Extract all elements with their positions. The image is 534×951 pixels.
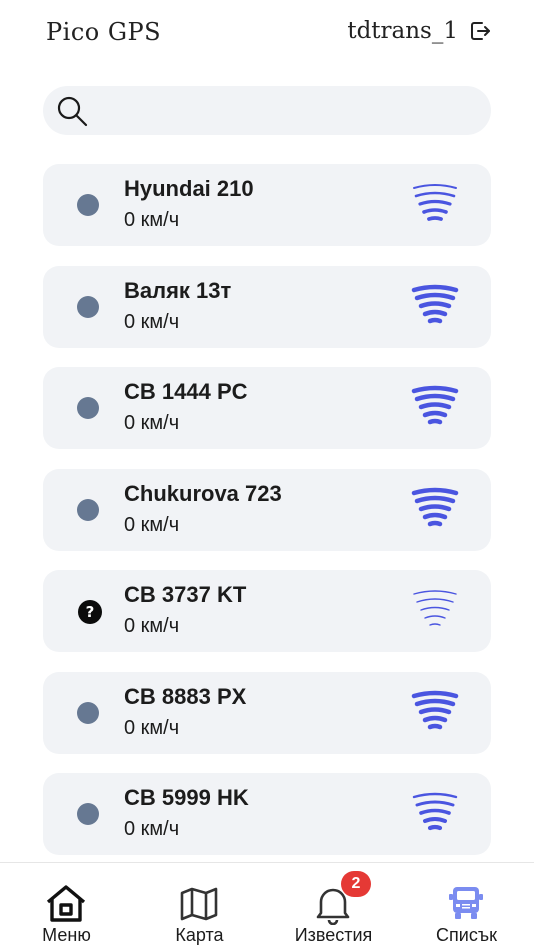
vehicle-card[interactable]: Hyundai 210 0 км/ч [43,164,491,246]
signal-strong-icon [411,385,459,425]
vehicle-card[interactable]: Chukurova 723 0 км/ч [43,468,491,551]
app-header: Pico GPS tdtrans_1 [0,0,534,66]
tab-label: Меню [42,925,91,945]
vehicle-speed: 0 км/ч [124,310,180,333]
vehicle-name: Hyundai 210 [124,176,254,201]
vehicle-name: CB 1444 PC [124,379,248,404]
signal-strong-icon [411,690,459,729]
logout-icon[interactable] [468,19,492,43]
tab-label: Списък [436,925,497,945]
tab-list[interactable]: Списък [400,863,533,951]
status-dot [77,498,99,521]
vehicle-speed: 0 км/ч [124,615,180,637]
status-dot [77,295,99,318]
vehicle-speed: 0 км/ч [124,513,180,536]
vehicle-name: CB 8883 PX [124,683,247,709]
map-icon [180,887,218,921]
vehicle-card[interactable]: CB 5999 HK 0 км/ч [43,773,491,855]
username: tdtrans_1 [347,18,458,44]
vehicle-card[interactable]: CB 1444 PC 0 км/ч [43,367,491,449]
vehicle-list: Hyundai 210 0 км/ч Валяк 13т 0 км/ч CB 1… [43,164,491,875]
truck-icon [449,887,483,919]
bottom-tab-bar: Меню Карта 2 Известия Списък [0,862,534,951]
notification-badge: 2 [341,871,371,897]
tab-notifications[interactable]: 2 Известия [267,863,400,951]
vehicle-name: Валяк 13т [124,277,232,303]
vehicle-card[interactable]: CB 8883 PX 0 км/ч [43,671,491,754]
vehicle-card[interactable]: ? CB 3737 KT 0 км/ч [43,570,491,652]
status-dot [77,397,99,419]
search-input[interactable] [99,86,483,137]
tab-map[interactable]: Карта [133,863,266,951]
tab-menu[interactable]: Меню [0,863,133,951]
vehicle-name: CB 3737 KT [124,582,247,607]
signal-strong-icon [411,284,459,323]
vehicle-card[interactable]: Валяк 13т 0 км/ч [43,265,491,348]
status-dot [77,803,99,825]
tab-label: Карта [175,925,224,945]
vehicle-speed: 0 км/ч [124,716,180,739]
signal-strong-icon [411,487,459,526]
vehicle-name: CB 5999 HK [124,785,249,810]
signal-medium-icon [412,792,458,831]
unknown-status-icon: ? [78,600,102,624]
vehicle-speed: 0 км/ч [124,412,180,434]
signal-faint-icon [413,590,457,626]
search-bar[interactable] [43,86,491,137]
vehicle-name: Chukurova 723 [124,480,282,506]
signal-weak-icon [413,184,457,221]
vehicle-speed: 0 км/ч [124,818,180,840]
home-icon [46,885,86,922]
status-dot [77,194,99,216]
search-icon [57,96,88,127]
status-dot [77,701,99,724]
tab-label: Известия [294,925,373,945]
user-area[interactable]: tdtrans_1 [347,18,492,44]
vehicle-speed: 0 км/ч [124,209,180,231]
app-title: Pico GPS [46,18,162,46]
